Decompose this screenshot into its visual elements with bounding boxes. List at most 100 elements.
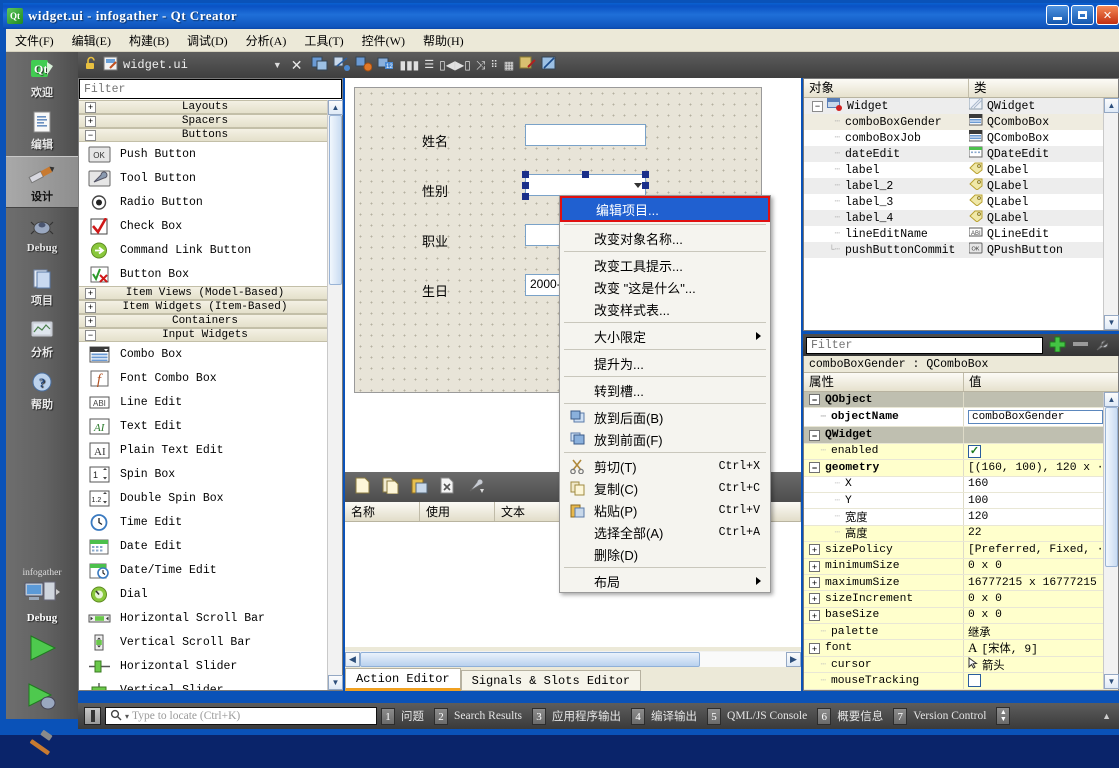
menu-item-change-tooltip[interactable]: 改变工具提示... <box>560 254 770 276</box>
table-row[interactable]: ┄ lineEditName ABI QLineEdit <box>804 226 1118 242</box>
computer-icon[interactable] <box>6 578 78 612</box>
scroll-left-button[interactable]: ◀ <box>345 652 360 667</box>
expander-icon[interactable]: + <box>85 302 96 313</box>
list-item[interactable]: Horizontal Slider <box>79 654 328 678</box>
expander-icon[interactable]: + <box>809 593 820 604</box>
edit-signals-slots-icon[interactable] <box>333 55 350 75</box>
menu-item-promote-to[interactable]: 提升为... <box>560 352 770 374</box>
table-row[interactable]: + maximumSize 16777215 x 16777215 <box>804 575 1118 591</box>
expander-icon[interactable]: − <box>85 330 96 341</box>
form-label-birthday[interactable]: 生日 <box>422 281 448 300</box>
widget-category-item-views[interactable]: + Item Views (Model-Based) <box>79 286 328 300</box>
table-row[interactable]: ┄ cursor 箭头 <box>804 657 1118 673</box>
menu-help[interactable]: 帮助(H) <box>414 30 473 51</box>
table-row[interactable]: ┄ label QLabel <box>804 162 1118 178</box>
object-inspector-scrollbar[interactable]: ▲ ▼ <box>1103 98 1118 330</box>
table-row[interactable]: ┄ 高度 22 <box>804 526 1118 542</box>
list-item[interactable]: ABI Line Edit <box>79 390 328 414</box>
property-value[interactable]: 22 <box>964 527 1118 539</box>
new-action-icon[interactable] <box>355 477 370 497</box>
menu-item-bring-to-front[interactable]: 放到前面(F) <box>560 428 770 450</box>
output-pane-version-control[interactable]: 7 Version Control <box>893 707 992 726</box>
list-item[interactable]: AI Text Edit <box>79 414 328 438</box>
expander-icon[interactable]: + <box>809 544 820 555</box>
property-rows[interactable]: − QObject ┄ objectName comboBoxGender ↰ … <box>804 392 1118 690</box>
mousetracking-checkbox[interactable] <box>968 674 981 687</box>
list-item[interactable]: Dial <box>79 582 328 606</box>
list-item[interactable]: Command Link Button <box>79 238 328 262</box>
menu-item-send-to-back[interactable]: 放到后面(B) <box>560 406 770 428</box>
output-pane-qml-js-console[interactable]: 5 QML/JS Console <box>707 707 813 726</box>
list-item[interactable]: Combo Box <box>79 342 328 366</box>
widget-box-scrollbar[interactable]: ▲ ▼ <box>327 100 342 690</box>
sidebar-toggle-button[interactable] <box>84 707 101 725</box>
expander-icon[interactable]: + <box>809 577 820 588</box>
menu-build[interactable]: 构建(B) <box>120 30 178 51</box>
scroll-down-button[interactable]: ▼ <box>1104 315 1119 330</box>
column-header-name[interactable]: 名称 <box>345 502 420 521</box>
menu-item-delete[interactable]: 删除(D) <box>560 543 770 565</box>
object-inspector-tree[interactable]: − Widget QWidget ┄ comboBoxGender QCombo… <box>804 98 1118 313</box>
layout-form-icon[interactable]: ⠿ <box>490 60 498 71</box>
menu-item-edit-items[interactable]: 编辑项目... <box>562 198 768 220</box>
table-row[interactable]: ┄ label_3 QLabel <box>804 194 1118 210</box>
debug-button[interactable] <box>6 672 78 720</box>
build-button[interactable] <box>6 720 78 768</box>
objectname-input[interactable]: comboBoxGender <box>968 410 1103 424</box>
expander-icon[interactable]: − <box>809 462 820 473</box>
wrench-icon[interactable] <box>1095 336 1112 355</box>
tab-action-editor[interactable]: Action Editor <box>345 668 461 691</box>
selection-handle[interactable] <box>522 182 529 189</box>
column-header-class[interactable]: 类 <box>969 79 1118 97</box>
table-row[interactable]: ┄ dateEdit QDateEdit <box>804 146 1118 162</box>
expander-icon[interactable]: + <box>809 643 820 654</box>
selection-handle[interactable] <box>522 171 529 178</box>
sidebar-item-analyze[interactable]: 分析 <box>6 312 78 364</box>
expander-icon[interactable]: − <box>809 430 820 441</box>
close-icon[interactable]: ✕ <box>287 57 307 74</box>
table-row[interactable]: ┄ Y 100 <box>804 493 1118 509</box>
expander-icon[interactable]: + <box>85 316 96 327</box>
expander-icon[interactable]: + <box>809 561 820 572</box>
table-row[interactable]: − geometry [(160, 100), 120 x ··· <box>804 460 1118 476</box>
expander-icon[interactable]: + <box>85 288 96 299</box>
selection-handle[interactable] <box>642 171 649 178</box>
table-row[interactable]: ┄ label_4 QLabel <box>804 210 1118 226</box>
list-item[interactable]: 1 Spin Box <box>79 462 328 486</box>
table-row[interactable]: + baseSize 0 x 0 <box>804 608 1118 624</box>
close-icon[interactable]: ✕ <box>1096 5 1119 25</box>
menu-item-select-all[interactable]: 选择全部(A) Ctrl+A <box>560 521 770 543</box>
output-pane-compile-output[interactable]: 4 编译输出 <box>631 707 703 726</box>
layout-vertical-icon[interactable]: ☰ <box>424 62 434 68</box>
lineedit-name[interactable] <box>525 124 646 146</box>
widget-box-filter-input[interactable] <box>79 79 342 99</box>
table-row[interactable]: ┄ label_2 QLabel <box>804 178 1118 194</box>
resize-grip[interactable]: ▲ <box>1102 711 1111 721</box>
list-item[interactable]: Time Edit <box>79 510 328 534</box>
edit-tab-order-icon[interactable]: 12 <box>377 55 394 75</box>
widget-category-item-widgets[interactable]: + Item Widgets (Item-Based) <box>79 300 328 314</box>
run-button[interactable] <box>6 624 78 672</box>
sidebar-item-welcome[interactable]: Qt 欢迎 <box>6 52 78 104</box>
widget-category-containers[interactable]: + Containers <box>79 314 328 328</box>
table-row[interactable]: ┄ palette 继承 <box>804 624 1118 640</box>
menu-tools[interactable]: 工具(T) <box>295 30 352 51</box>
menu-item-change-object-name[interactable]: 改变对象名称... <box>560 227 770 249</box>
tab-signals-slots-editor[interactable]: Signals & Slots Editor <box>461 670 641 691</box>
adjust-size-icon[interactable] <box>541 55 558 75</box>
layout-grid-icon[interactable]: ▦ <box>504 59 514 72</box>
break-layout-icon[interactable] <box>519 55 536 75</box>
table-row[interactable]: ┄ enabled ✓ <box>804 444 1118 460</box>
list-item[interactable]: Check Box <box>79 214 328 238</box>
widget-box-list[interactable]: + Layouts + Spacers − Buttons OK Push Bu… <box>79 100 328 690</box>
list-item[interactable]: Horizontal Scroll Bar <box>79 606 328 630</box>
maximize-icon[interactable] <box>1071 5 1094 25</box>
property-value[interactable]: 100 <box>964 495 1118 507</box>
minus-icon[interactable] <box>1072 336 1089 355</box>
menu-item-cut[interactable]: 剪切(T) Ctrl+X <box>560 455 770 477</box>
menu-analyze[interactable]: 分析(A) <box>237 30 296 51</box>
form-label-name[interactable]: 姓名 <box>422 131 448 150</box>
table-row[interactable]: ┄ comboBoxJob QComboBox <box>804 130 1118 146</box>
copy-action-icon[interactable] <box>382 477 399 497</box>
expander-icon[interactable]: + <box>85 102 96 113</box>
